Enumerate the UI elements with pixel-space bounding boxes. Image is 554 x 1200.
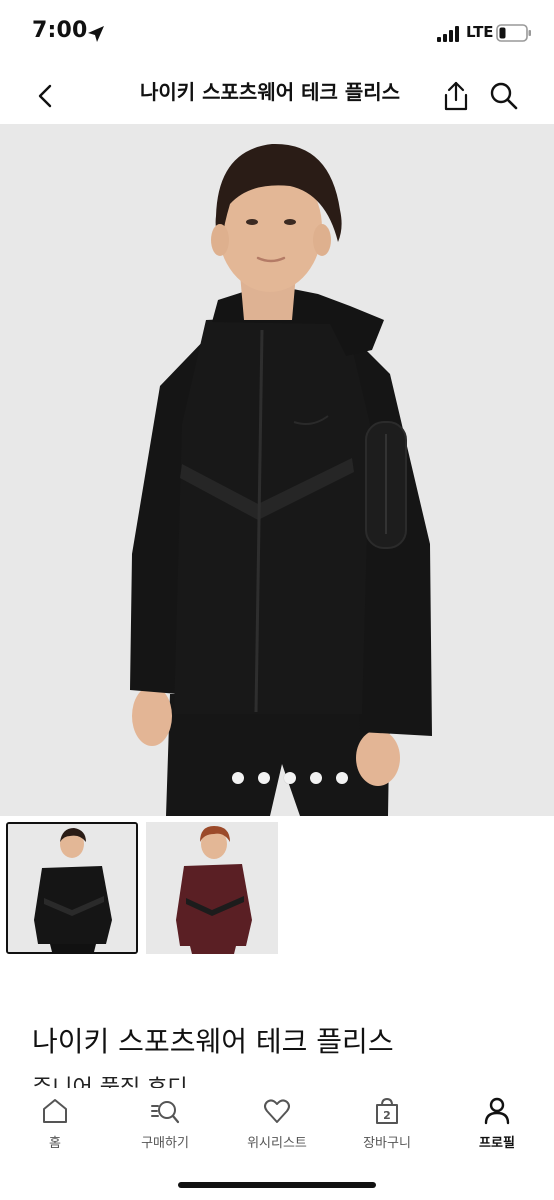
bag-icon: 2 [376, 1097, 398, 1124]
thumbnail-black[interactable] [6, 822, 138, 954]
cart-badge-count: 2 [383, 1109, 391, 1122]
tab-label: 홈 [49, 1136, 61, 1151]
thumbnail-burgundy[interactable] [146, 822, 278, 954]
location-arrow-icon [88, 26, 104, 42]
thumbnail-strip [0, 816, 554, 964]
tab-label: 위시리스트 [247, 1136, 307, 1151]
battery-icon [496, 24, 531, 42]
home-indicator [178, 1182, 376, 1188]
page-title: 나이키 스포츠웨어 테크 플리스 [139, 80, 401, 104]
signal-bars-icon [437, 26, 459, 42]
thumbnail-black-photo [8, 824, 136, 952]
pager-dot[interactable] [232, 772, 244, 784]
tab-label: 구매하기 [141, 1136, 189, 1151]
thumbnail-burgundy-photo [146, 822, 278, 954]
product-main-image[interactable] [0, 124, 554, 816]
status-time: 7:00 [32, 18, 88, 43]
back-chevron-icon[interactable] [28, 78, 64, 114]
tab-profile[interactable]: 프로필 [442, 1096, 552, 1162]
app-screen: 7:00 LTE 나이키 스포츠웨어 테크 플리스 나이키 스포츠웨어 테크 플… [0, 0, 554, 1200]
product-photo [0, 124, 554, 816]
network-type: LTE [466, 23, 494, 41]
pager-dot[interactable] [284, 772, 296, 784]
search-icon[interactable] [486, 78, 522, 114]
pager-dot[interactable] [258, 772, 270, 784]
search-list-icon [151, 1101, 180, 1124]
product-title: 나이키 스포츠웨어 테크 플리스 [32, 1025, 394, 1058]
image-pager-dots[interactable] [232, 772, 352, 786]
home-icon [43, 1099, 67, 1123]
product-subtitle: 주니어 풀집 후디 [32, 1070, 188, 1088]
nav-header: 나이키 스포츠웨어 테크 플리스 [0, 66, 554, 124]
tab-wishlist[interactable]: 위시리스트 [222, 1096, 332, 1162]
heart-icon [264, 1099, 290, 1123]
tab-shop[interactable]: 구매하기 [110, 1096, 220, 1162]
share-icon[interactable] [438, 78, 474, 114]
pager-dot[interactable] [310, 772, 322, 784]
pager-dot[interactable] [336, 772, 348, 784]
tab-label: 장바구니 [363, 1136, 411, 1151]
status-bar: 7:00 LTE [0, 0, 554, 66]
tab-cart[interactable]: 2 장바구니 [332, 1096, 442, 1162]
person-icon [484, 1097, 510, 1125]
tab-home[interactable]: 홈 [0, 1096, 110, 1162]
tab-label: 프로필 [479, 1136, 515, 1151]
